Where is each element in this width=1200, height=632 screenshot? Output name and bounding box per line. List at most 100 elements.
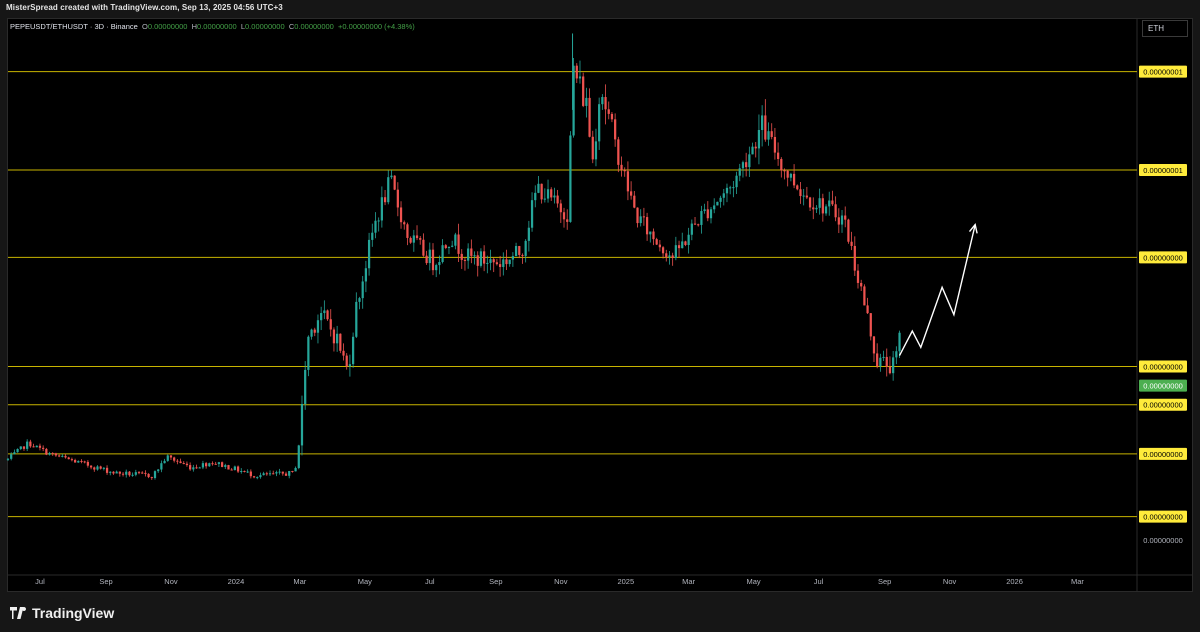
candle-body[interactable] bbox=[345, 355, 348, 367]
candle-body[interactable] bbox=[585, 97, 588, 106]
candle-body[interactable] bbox=[182, 463, 185, 465]
candle-body[interactable] bbox=[754, 146, 757, 149]
candle-body[interactable] bbox=[895, 351, 898, 358]
candle-body[interactable] bbox=[550, 189, 553, 198]
candle-body[interactable] bbox=[476, 255, 479, 266]
candle-body[interactable] bbox=[780, 159, 783, 171]
candle-body[interactable] bbox=[96, 466, 99, 470]
candle-body[interactable] bbox=[307, 336, 310, 370]
candle-body[interactable] bbox=[179, 461, 182, 464]
candle-body[interactable] bbox=[134, 472, 137, 475]
candle-body[interactable] bbox=[821, 198, 824, 214]
candle-body[interactable] bbox=[22, 446, 26, 449]
candle-body[interactable] bbox=[812, 207, 815, 210]
candle-body[interactable] bbox=[483, 251, 486, 264]
candle-body[interactable] bbox=[115, 471, 118, 474]
candle-body[interactable] bbox=[789, 173, 793, 178]
candle-body[interactable] bbox=[786, 170, 789, 178]
candle-body[interactable] bbox=[521, 254, 524, 256]
candle-body[interactable] bbox=[323, 310, 326, 314]
candle-body[interactable] bbox=[214, 463, 217, 465]
candle-body[interactable] bbox=[578, 76, 582, 79]
candle-body[interactable] bbox=[259, 475, 262, 478]
candle-body[interactable] bbox=[339, 333, 342, 351]
candle-body[interactable] bbox=[51, 453, 54, 455]
candle-body[interactable] bbox=[67, 457, 70, 460]
currency-button[interactable]: ETH bbox=[1142, 20, 1188, 37]
candle-body[interactable] bbox=[681, 241, 684, 249]
candle-body[interactable] bbox=[700, 211, 703, 225]
candle-body[interactable] bbox=[898, 332, 901, 352]
candle-body[interactable] bbox=[799, 189, 802, 197]
candle-body[interactable] bbox=[131, 474, 134, 476]
candle-body[interactable] bbox=[54, 453, 58, 456]
candle-body[interactable] bbox=[208, 463, 211, 467]
candle-body[interactable] bbox=[304, 369, 307, 404]
candle-body[interactable] bbox=[80, 460, 83, 462]
candle-body[interactable] bbox=[668, 255, 671, 258]
candle-body[interactable] bbox=[243, 470, 246, 472]
candle-body[interactable] bbox=[93, 467, 96, 470]
candle-body[interactable] bbox=[732, 187, 735, 189]
candle-body[interactable] bbox=[729, 187, 732, 189]
candle-body[interactable] bbox=[13, 452, 16, 455]
candle-body[interactable] bbox=[393, 175, 396, 190]
candle-body[interactable] bbox=[224, 465, 227, 467]
candle-body[interactable] bbox=[38, 445, 42, 448]
candle-body[interactable] bbox=[320, 313, 323, 321]
candle-body[interactable] bbox=[610, 113, 614, 120]
candle-body[interactable] bbox=[45, 448, 48, 455]
candle-body[interactable] bbox=[246, 471, 249, 473]
candle-body[interactable] bbox=[844, 215, 847, 220]
candle-body[interactable] bbox=[802, 195, 805, 197]
candle-body[interactable] bbox=[173, 457, 176, 461]
candle-body[interactable] bbox=[383, 197, 387, 203]
candle-body[interactable] bbox=[275, 472, 278, 474]
candle-body[interactable] bbox=[262, 473, 265, 476]
candle-body[interactable] bbox=[460, 253, 463, 260]
candle-body[interactable] bbox=[486, 262, 489, 264]
candle-body[interactable] bbox=[888, 366, 892, 374]
candle-body[interactable] bbox=[438, 262, 441, 266]
candle-body[interactable] bbox=[185, 463, 189, 466]
candle-body[interactable] bbox=[505, 259, 508, 265]
candle-body[interactable] bbox=[351, 336, 355, 365]
candle-body[interactable] bbox=[294, 467, 297, 472]
candle-body[interactable] bbox=[230, 469, 233, 471]
candle-body[interactable] bbox=[412, 235, 415, 243]
candle-body[interactable] bbox=[153, 471, 157, 479]
candle-body[interactable] bbox=[211, 463, 214, 465]
candle-body[interactable] bbox=[607, 109, 610, 114]
candle-body[interactable] bbox=[387, 177, 390, 203]
candle-body[interactable] bbox=[144, 472, 147, 474]
candle-body[interactable] bbox=[73, 460, 77, 463]
candle-body[interactable] bbox=[29, 441, 32, 447]
candle-body[interactable] bbox=[147, 473, 150, 478]
candle-body[interactable] bbox=[620, 164, 623, 171]
candle-body[interactable] bbox=[109, 471, 112, 473]
candle-body[interactable] bbox=[847, 219, 850, 242]
candle-body[interactable] bbox=[559, 203, 562, 213]
candle-body[interactable] bbox=[166, 455, 169, 461]
candle-body[interactable] bbox=[189, 465, 192, 470]
candle-body[interactable] bbox=[10, 454, 13, 459]
candle-body[interactable] bbox=[105, 467, 109, 473]
candle-body[interactable] bbox=[137, 472, 141, 474]
candle-body[interactable] bbox=[582, 76, 585, 106]
candle-body[interactable] bbox=[530, 200, 534, 228]
candle-body[interactable] bbox=[601, 97, 604, 105]
candle-body[interactable] bbox=[808, 197, 812, 208]
candle-body[interactable] bbox=[761, 115, 764, 131]
tradingview-logo[interactable]: TradingView bbox=[10, 605, 114, 621]
candle-body[interactable] bbox=[661, 247, 665, 254]
candle-body[interactable] bbox=[118, 471, 121, 474]
candle-body[interactable] bbox=[665, 253, 668, 258]
candle-body[interactable] bbox=[447, 246, 451, 249]
candle-body[interactable] bbox=[26, 441, 29, 449]
candle-body[interactable] bbox=[748, 154, 751, 168]
candle-body[interactable] bbox=[288, 470, 291, 476]
candle-body[interactable] bbox=[467, 248, 470, 261]
candle-body[interactable] bbox=[240, 470, 243, 472]
candle-body[interactable] bbox=[697, 224, 700, 226]
candle-body[interactable] bbox=[163, 460, 166, 464]
